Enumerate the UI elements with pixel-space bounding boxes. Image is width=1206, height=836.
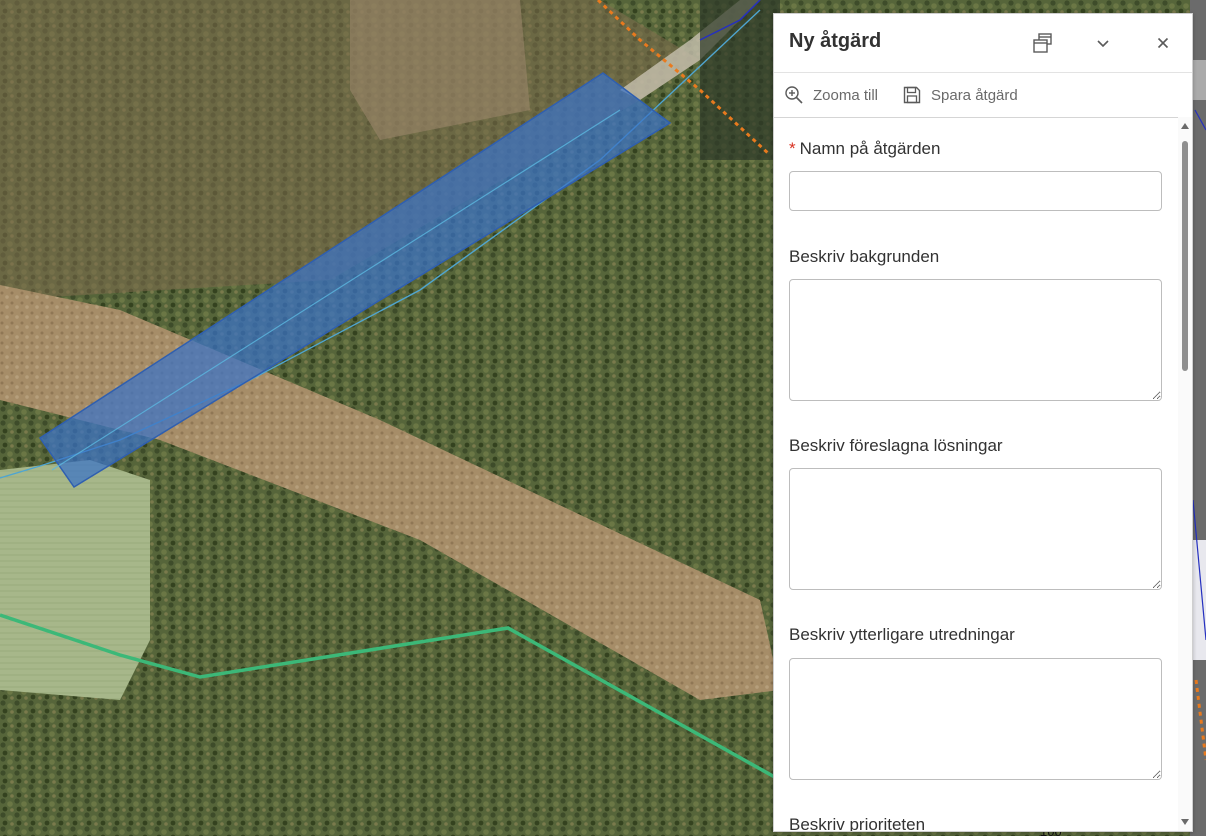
scroll-up-icon[interactable] [1181,123,1189,129]
zoom-in-icon [785,86,803,104]
name-field-label: * Namn på åtgärden [789,139,941,158]
panel-toolbar: Zooma till Spara åtgärd [774,72,1192,118]
zoom-to-label: Zooma till [813,86,879,104]
farm-field [0,460,150,700]
investigations-textarea[interactable] [789,658,1162,780]
scrollbar-thumb[interactable] [1182,141,1188,371]
save-action-label: Spara åtgärd [931,86,1018,104]
save-action-button[interactable]: Spara åtgärd [902,84,1018,106]
investigations-field-label: Beskriv ytterligare utredningar [789,625,1015,644]
dock-window-icon[interactable] [1032,32,1054,54]
panel-scrollbar[interactable] [1178,117,1192,831]
new-action-panel: Ny åtgärd Zooma till Spara åtgärd * Namn… [773,13,1193,832]
required-marker: * [789,139,796,158]
panel-header: Ny åtgärd [774,14,1192,72]
save-icon [903,86,921,104]
chevron-down-icon[interactable] [1092,32,1114,54]
panel-title: Ny åtgärd [789,30,882,52]
solutions-field-label: Beskriv föreslagna lösningar [789,436,1003,455]
scroll-down-icon[interactable] [1181,819,1189,825]
background-field-label: Beskriv bakgrunden [789,247,940,266]
name-input[interactable] [789,171,1162,211]
solutions-textarea[interactable] [789,468,1162,590]
priority-field-label: Beskriv prioriteten [789,815,926,831]
zoom-to-button[interactable]: Zooma till [784,84,878,106]
form-content: * Namn på åtgärden Beskriv bakgrunden Bes… [774,117,1178,831]
background-textarea[interactable] [789,279,1162,401]
close-icon[interactable] [1152,32,1174,54]
